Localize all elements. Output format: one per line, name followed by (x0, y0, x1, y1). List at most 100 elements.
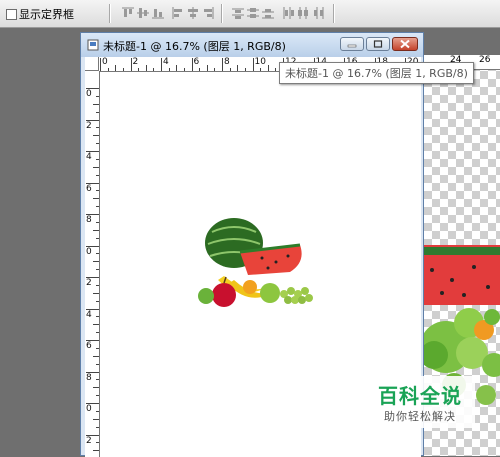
distribute-hcenter-icon[interactable] (297, 7, 309, 19)
ruler-tick (93, 229, 99, 231)
ruler-tick (96, 300, 99, 302)
ruler-origin-corner[interactable] (85, 57, 99, 71)
ruler-tick (96, 221, 99, 223)
ruler-tick (96, 379, 99, 381)
ruler-tick (161, 58, 162, 71)
close-icon (400, 39, 410, 49)
ruler-tick (138, 68, 140, 71)
align-left-icon[interactable] (172, 7, 184, 19)
ruler-tick (96, 316, 99, 318)
close-button[interactable] (392, 37, 418, 51)
ruler-tick (96, 174, 99, 176)
watermark: 百科全说 助你轻松解决 (365, 376, 475, 428)
ruler-number: 26 (479, 55, 491, 65)
ruler-tick (96, 347, 99, 349)
ruler-tick (130, 58, 132, 71)
ruler-number: 2 (86, 120, 92, 131)
toolbar-separator (221, 4, 223, 23)
ruler-tick (93, 103, 99, 105)
ruler-tick (96, 284, 99, 286)
ruler-tick (168, 68, 170, 71)
maximize-icon (373, 40, 383, 48)
ruler-tick (96, 332, 99, 334)
ruler-number: 0 (102, 57, 108, 67)
ruler-tick (93, 355, 99, 357)
ruler-number: 6 (86, 183, 92, 194)
ruler-tick (107, 68, 109, 71)
ruler-number: 8 (224, 57, 230, 67)
ruler-tick (96, 158, 99, 160)
ruler-tick (191, 58, 193, 71)
distribute-top-icon[interactable] (232, 7, 244, 19)
ruler-tick (96, 143, 99, 145)
ruler-number: 0 (86, 404, 92, 414)
ruler-number: 4 (86, 152, 92, 162)
distribute-left-icon[interactable] (282, 7, 294, 19)
ruler-tick (100, 58, 101, 71)
ruler-tick (96, 206, 99, 208)
align-top-icon[interactable] (122, 7, 134, 19)
ruler-tick (260, 68, 262, 71)
document-title-bar[interactable]: 未标题-1 @ 16.7% (图层 1, RGB/8) (81, 33, 423, 57)
ruler-tick (96, 190, 99, 192)
ruler-tick (183, 68, 185, 71)
ruler-number: 6 (86, 341, 92, 351)
distribute-vcenter-icon[interactable] (247, 7, 259, 19)
align-vcenter-icon[interactable] (137, 7, 149, 19)
ruler-number: 0 (86, 89, 92, 99)
ruler-tick (96, 410, 99, 412)
vertical-ruler[interactable]: 0246802468024 (85, 71, 100, 457)
show-bounds-checkbox[interactable] (6, 9, 17, 20)
show-bounds-label: 显示定界框 (19, 8, 74, 21)
ruler-tick (199, 68, 201, 71)
align-right-icon[interactable] (202, 7, 214, 19)
ruler-tick (96, 426, 99, 428)
ruler-tick (93, 418, 99, 420)
ruler-tick (93, 387, 99, 389)
ruler-tick (222, 58, 223, 71)
ruler-tick (93, 450, 99, 452)
ruler-number: 6 (193, 57, 200, 67)
ruler-tick (93, 198, 99, 200)
ruler-number: 2 (86, 435, 92, 446)
document-icon (87, 39, 99, 51)
ruler-tick (93, 324, 99, 326)
document-title-tooltip: 未标题-1 @ 16.7% (图层 1, RGB/8) (279, 62, 474, 84)
ruler-tick (96, 442, 99, 444)
ruler-number: 4 (86, 309, 92, 320)
minimize-icon (347, 44, 357, 48)
document-title: 未标题-1 @ 16.7% (图层 1, RGB/8) (103, 40, 286, 53)
ruler-tick (237, 65, 239, 71)
maximize-button[interactable] (366, 37, 390, 51)
ruler-tick (206, 65, 208, 71)
ruler-tick (96, 253, 99, 255)
ruler-tick (244, 68, 246, 71)
distribute-right-icon[interactable] (312, 7, 324, 19)
ruler-tick (96, 363, 99, 365)
minimize-button[interactable] (340, 37, 364, 51)
ruler-number: 0 (86, 246, 92, 257)
ruler-number: 2 (86, 278, 92, 288)
ruler-number: 4 (163, 57, 169, 67)
ruler-tick (93, 166, 99, 168)
align-bottom-icon[interactable] (152, 7, 164, 19)
toolbar-separator (109, 4, 111, 23)
align-hcenter-icon[interactable] (187, 7, 199, 19)
ruler-tick (214, 68, 216, 71)
watermark-subtitle: 助你轻松解决 (384, 410, 456, 423)
ruler-tick (96, 111, 99, 113)
distribute-bottom-icon[interactable] (262, 7, 274, 19)
toolbar-separator (333, 4, 335, 23)
ruler-tick (93, 261, 99, 263)
options-bar: 显示定界框 (0, 0, 500, 28)
watermark-title: 百科全说 (378, 384, 462, 408)
ruler-tick (115, 65, 117, 71)
ruler-tick (93, 135, 99, 137)
ruler-tick (229, 68, 231, 71)
ruler-tick (153, 68, 155, 71)
ruler-tick (145, 65, 147, 71)
ruler-number: 8 (86, 215, 92, 225)
ruler-tick (252, 58, 254, 71)
ruler-tick (267, 65, 269, 71)
ruler-tick (96, 95, 99, 97)
